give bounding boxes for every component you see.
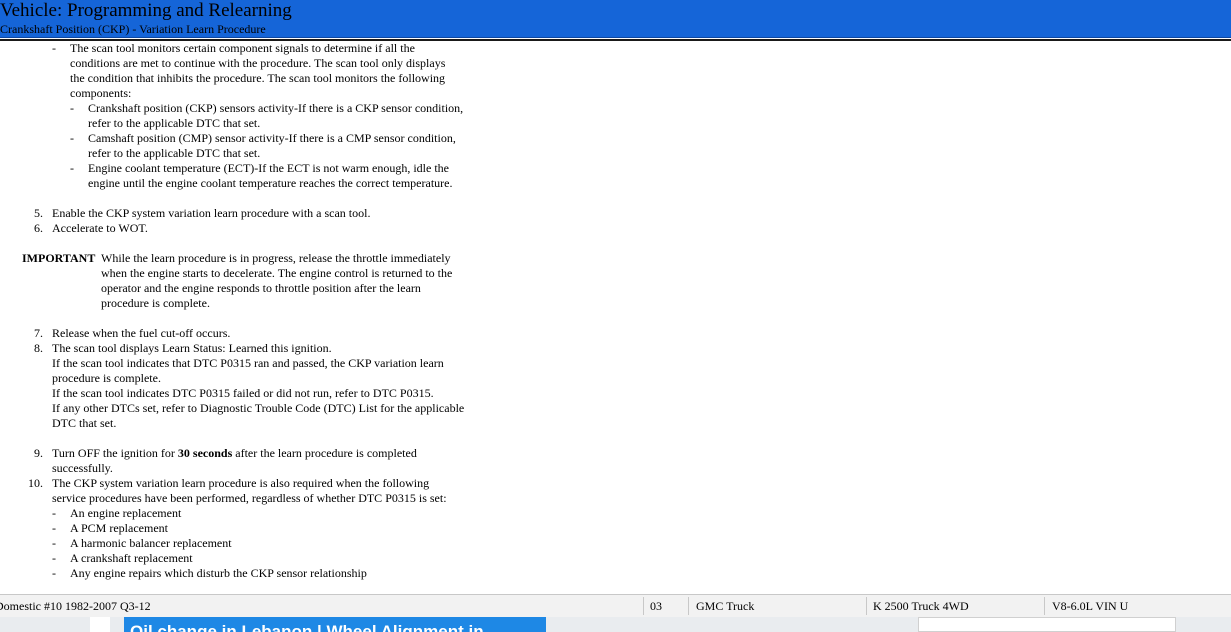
footer-divider [643, 597, 644, 615]
vehicle-info-bar: Domestic #10 1982-2007 Q3-12 03 GMC Truc… [0, 594, 1231, 618]
vehicle-make: GMC Truck [696, 599, 755, 613]
bullet-dash: - [52, 566, 56, 580]
component-cmp-line-2: refer to the applicable DTC that set. [88, 146, 261, 160]
bullet-dash: - [52, 41, 56, 55]
step-9-text-pre: Turn OFF the ignition for [52, 446, 178, 460]
step-8-line-3: procedure is complete. [52, 371, 161, 385]
step-8-line-4: If the scan tool indicates DTC P0315 fai… [52, 386, 434, 400]
page-subtitle: Crankshaft Position (CKP) - Variation Le… [0, 22, 266, 36]
list-item: A harmonic balancer replacement [70, 536, 232, 550]
footer-divider [1044, 597, 1045, 615]
step-8-line-5: If any other DTCs set, refer to Diagnost… [52, 401, 465, 415]
component-cmp-line-1: Camshaft position (CMP) sensor activity-… [88, 131, 456, 145]
footer-divider [688, 597, 689, 615]
bullet-dash: - [52, 521, 56, 535]
step-number: 6. [34, 221, 43, 235]
component-ckp-line-1: Crankshaft position (CKP) sensors activi… [88, 101, 464, 115]
bullet-dash: - [52, 551, 56, 565]
step-8-line-6: DTC that set. [52, 416, 117, 430]
list-item: A crankshaft replacement [70, 551, 193, 565]
step-9-duration: 30 seconds [177, 446, 233, 460]
footer-divider [866, 597, 867, 615]
list-item: A PCM replacement [70, 521, 168, 535]
procedure-content: - The scan tool monitors certain compone… [0, 41, 1231, 594]
step-number: 10. [28, 476, 43, 490]
bullet-dash: - [70, 161, 74, 175]
bullet-dash: - [52, 506, 56, 520]
important-label: IMPORTANT [22, 251, 96, 265]
vehicle-model: K 2500 Truck 4WD [873, 599, 969, 613]
background-panel [90, 617, 110, 632]
list-item: An engine replacement [70, 506, 182, 520]
step-8-line-1: The scan tool displays Learn Status: Lea… [52, 341, 332, 355]
important-line-3: operator and the engine responds to thro… [101, 281, 421, 295]
component-ect-line-1: Engine coolant temperature (ECT)-If the … [88, 161, 450, 175]
step-number: 9. [34, 446, 43, 460]
list-item: Any engine repairs which disturb the CKP… [70, 566, 367, 580]
step-6-text: Accelerate to WOT. [52, 221, 148, 235]
intro-line-3: the condition that inhibits the procedur… [70, 71, 446, 85]
step-number: 7. [34, 326, 43, 340]
page-title: Vehicle: Programming and Relearning [0, 0, 292, 21]
important-line-4: procedure is complete. [101, 296, 210, 310]
background-panel [918, 617, 1176, 632]
step-7-text: Release when the fuel cut-off occurs. [52, 326, 231, 340]
background-page: Oil change in Lebanon | Wheel Alignment … [0, 617, 1231, 632]
step-10-line-1: The CKP system variation learn procedure… [52, 476, 430, 490]
component-ect-line-2: engine until the engine coolant temperat… [88, 176, 453, 190]
important-line-1: While the learn procedure is in progress… [101, 251, 451, 265]
bullet-dash: - [70, 131, 74, 145]
vehicle-engine: V8-6.0L VIN U [1052, 599, 1129, 613]
intro-line-4: components: [70, 86, 132, 100]
bullet-dash: - [52, 536, 56, 550]
database-label: Domestic #10 1982-2007 Q3-12 [0, 599, 151, 613]
step-10-line-2: service procedures have been performed, … [52, 491, 447, 505]
important-line-2: when the engine starts to decelerate. Th… [101, 266, 453, 280]
step-9-text-post: after the learn procedure is completed [232, 446, 417, 460]
step-8-line-2: If the scan tool indicates that DTC P031… [52, 356, 444, 370]
step-9-line-2: successfully. [52, 461, 113, 475]
vehicle-year: 03 [650, 599, 662, 613]
step-5-text: Enable the CKP system variation learn pr… [52, 206, 371, 220]
bullet-dash: - [70, 101, 74, 115]
intro-line-1: The scan tool monitors certain component… [70, 41, 415, 55]
advertisement-banner[interactable]: Oil change in Lebanon | Wheel Alignment … [124, 617, 546, 632]
step-number: 5. [34, 206, 43, 220]
step-number: 8. [34, 341, 43, 355]
component-ckp-line-2: refer to the applicable DTC that set. [88, 116, 261, 130]
document-header: Vehicle: Programming and Relearning Cran… [0, 0, 1231, 38]
step-9-line-1: Turn OFF the ignition for 30 seconds aft… [52, 446, 417, 461]
intro-line-2: conditions are met to continue with the … [70, 56, 446, 70]
